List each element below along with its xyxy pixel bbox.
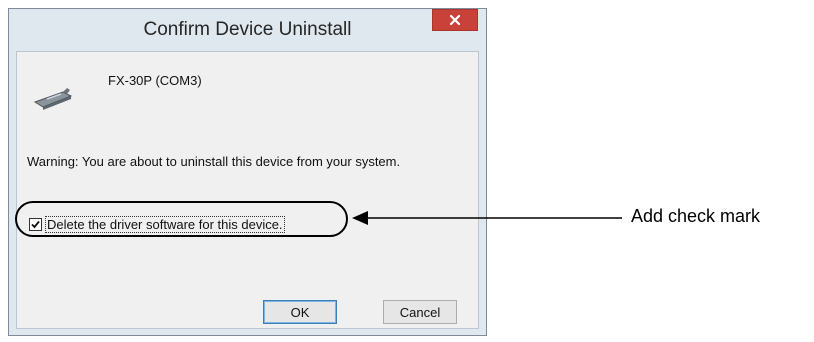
- dialog-body: FX-30P (COM3) Warning: You are about to …: [16, 51, 479, 329]
- warning-message: Warning: You are about to uninstall this…: [27, 154, 401, 169]
- screenshot-stage: Confirm Device Uninstall FX-30P (COM3) W…: [0, 0, 814, 342]
- device-name: FX-30P (COM3): [108, 73, 202, 88]
- confirm-uninstall-dialog: Confirm Device Uninstall FX-30P (COM3) W…: [8, 8, 487, 336]
- callout-arrow: [352, 211, 622, 225]
- title-bar: Confirm Device Uninstall: [9, 9, 486, 51]
- close-icon: [449, 14, 461, 26]
- serial-device-icon: [33, 88, 73, 110]
- cancel-button[interactable]: Cancel: [383, 300, 457, 324]
- annotation-label: Add check mark: [631, 206, 761, 226]
- highlight-ellipse: [15, 201, 348, 237]
- dialog-title: Confirm Device Uninstall: [143, 19, 352, 40]
- close-button[interactable]: [432, 9, 478, 31]
- ok-button[interactable]: OK: [263, 300, 337, 324]
